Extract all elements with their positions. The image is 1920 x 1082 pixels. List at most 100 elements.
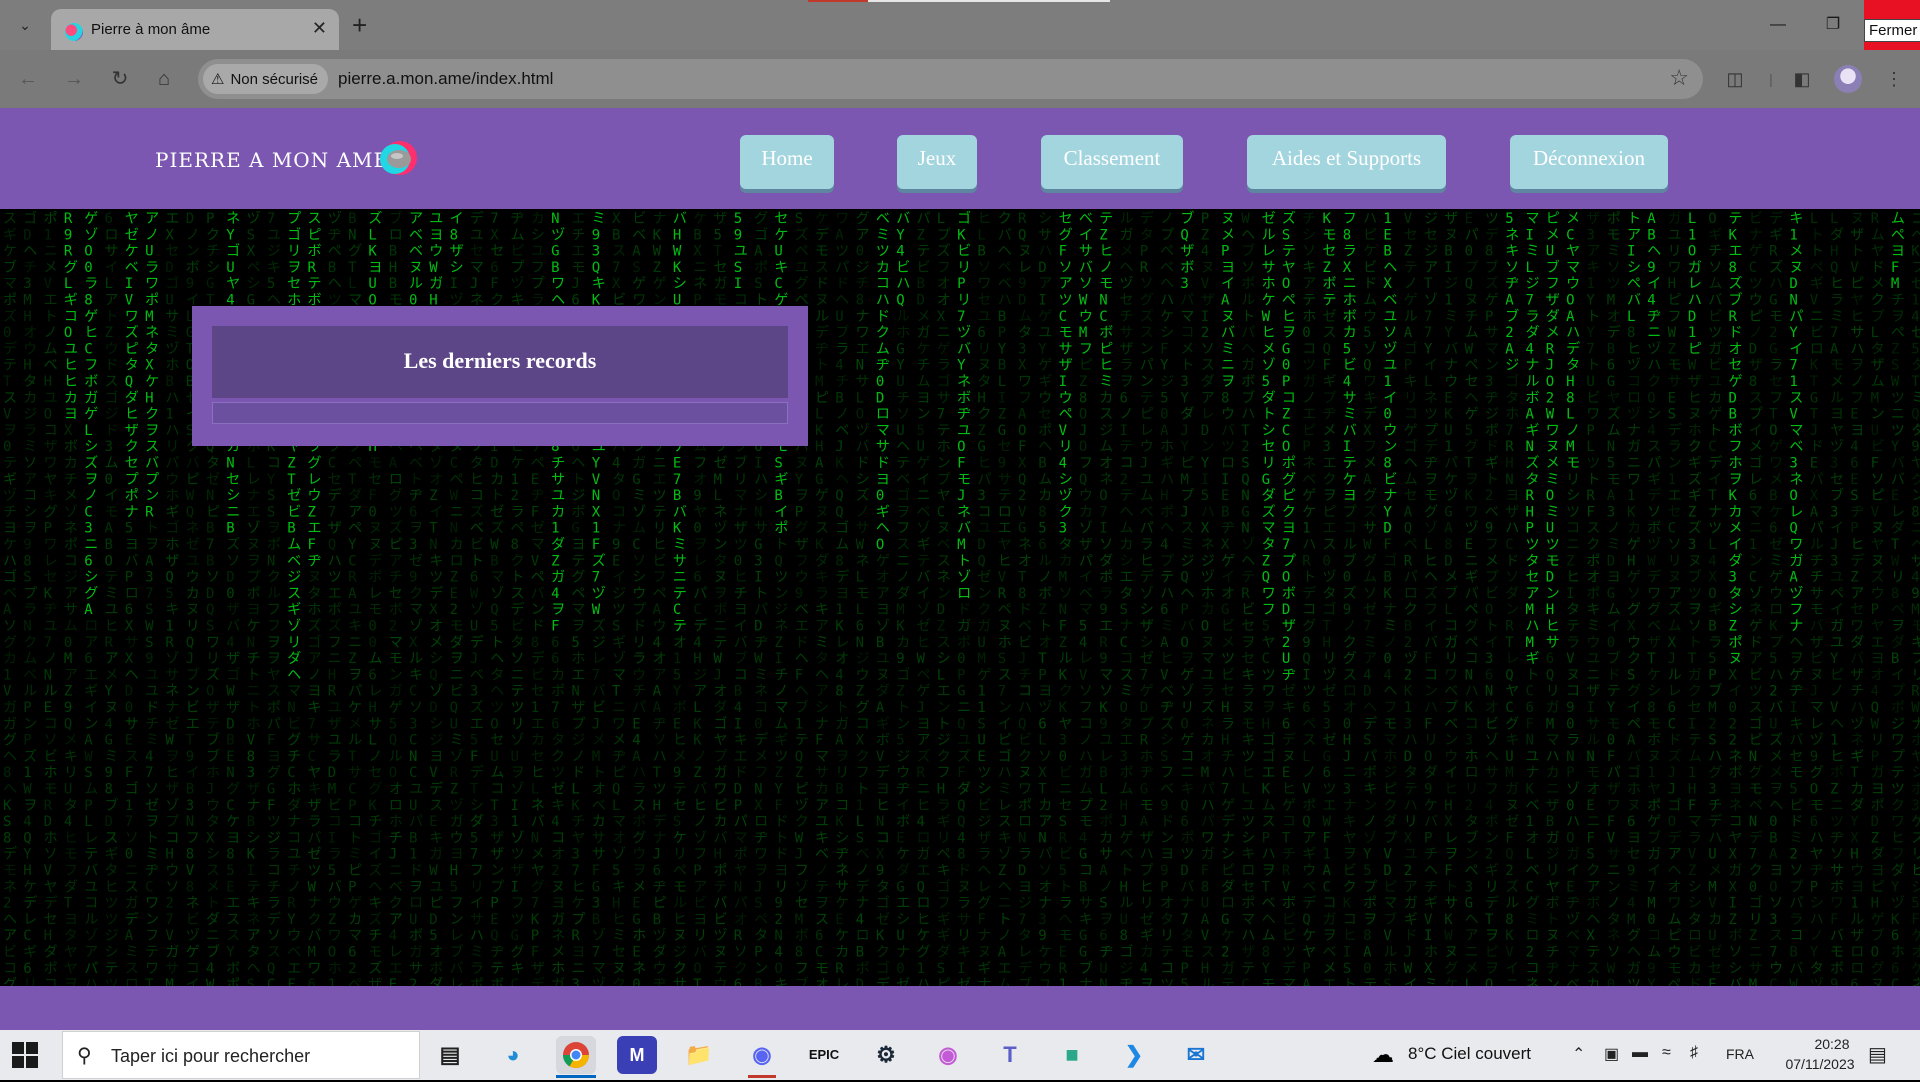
matrix-glyph: ガ xyxy=(1079,765,1093,781)
matrix-glyph: X xyxy=(592,504,601,520)
matrix-glyph: マ xyxy=(1383,896,1397,912)
matrix-glyph: ツ xyxy=(1323,782,1337,798)
matrix-glyph: V xyxy=(1201,928,1210,944)
matrix-glyph: ヌ xyxy=(815,293,829,309)
matrix-glyph: Q xyxy=(1079,472,1087,488)
matrix-glyph: ヲ xyxy=(1769,782,1783,798)
matrix-glyph: ト xyxy=(1627,211,1641,227)
clock-date[interactable]: 07/11/2023 xyxy=(1768,1056,1872,1072)
steam-icon[interactable]: ⚙ xyxy=(866,1036,906,1074)
site-logo-text[interactable]: PIERRE A MON AME xyxy=(155,148,389,172)
matrix-glyph: バ xyxy=(450,961,464,977)
matrix-glyph: ザ xyxy=(328,716,342,732)
matrix-glyph: E xyxy=(612,553,620,569)
file-explorer-icon[interactable]: 📁 xyxy=(679,1036,719,1074)
taskbar-search-box[interactable]: ⚲ Taper ici pour rechercher xyxy=(62,1031,420,1079)
wifi-icon[interactable]: ≈ xyxy=(1662,1044,1671,1062)
chevron-up-icon[interactable]: ⌃ xyxy=(1572,1044,1585,1064)
vscode-icon[interactable]: ❯ xyxy=(1114,1036,1154,1074)
minimize-button[interactable]: — xyxy=(1748,0,1808,50)
matrix-glyph: ヌ xyxy=(795,456,809,472)
matrix-glyph: ギ xyxy=(937,928,951,944)
matrix-glyph: ナ xyxy=(1180,896,1194,912)
game-app-icon[interactable]: ■ xyxy=(1052,1036,1092,1074)
matrix-glyph: ヂ xyxy=(1160,700,1174,716)
puzzle-icon[interactable]: ◫ xyxy=(1719,63,1751,95)
input-language[interactable]: FRA xyxy=(1726,1046,1754,1062)
matrix-glyph: 4 xyxy=(1526,341,1534,357)
matrix-glyph: 5 xyxy=(1201,488,1209,504)
matrix-glyph: セ xyxy=(1688,700,1702,716)
matrix-glyph: 8 xyxy=(1343,227,1351,243)
matrix-glyph: E xyxy=(673,716,681,732)
matrix-glyph: P xyxy=(957,276,965,292)
chrome-icon[interactable] xyxy=(556,1036,596,1078)
matrix-glyph: P xyxy=(206,211,214,227)
teams-icon[interactable]: T xyxy=(990,1036,1030,1074)
matrix-glyph: ゴ xyxy=(876,960,890,977)
windows-start-icon[interactable] xyxy=(12,1042,38,1068)
matrix-glyph: ガ xyxy=(1546,830,1560,846)
kebab-menu-icon[interactable]: ⋮ xyxy=(1878,63,1910,95)
star-icon[interactable]: ☆ xyxy=(1669,65,1689,91)
matrix-glyph: コ xyxy=(64,309,78,325)
edge-icon[interactable]: ◕ xyxy=(493,1036,533,1074)
matrix-glyph: ゴ xyxy=(937,373,951,390)
matrix-glyph: ピ xyxy=(1383,782,1397,798)
matrix-glyph: ス xyxy=(145,439,159,455)
url-text[interactable]: pierre.a.mon.ame/index.html xyxy=(338,69,553,89)
nav-aides-supports-button[interactable]: Aides et Supports xyxy=(1247,135,1446,189)
matrix-glyph: 4 xyxy=(551,814,559,830)
matrix-glyph: ア xyxy=(1668,586,1682,602)
task-view-icon[interactable]: ▤ xyxy=(430,1036,470,1074)
clock-time[interactable]: 20:28 xyxy=(1792,1036,1872,1052)
epic-games-icon[interactable]: EPIC xyxy=(804,1036,844,1074)
matrix-glyph: ヲ xyxy=(23,521,37,537)
address-bar[interactable]: ⚠ Non sécurisé pierre.a.mon.ame/index.ht… xyxy=(198,59,1703,99)
mail-icon[interactable]: ✉ xyxy=(1176,1036,1216,1074)
matrix-glyph: Y xyxy=(287,912,296,928)
matrix-glyph: 1 xyxy=(1647,765,1655,781)
nav-jeux-button[interactable]: Jeux xyxy=(897,135,977,189)
matrix-glyph: C xyxy=(348,782,356,798)
forward-button[interactable]: → xyxy=(58,63,90,95)
discord-icon[interactable]: ◉ xyxy=(742,1036,782,1078)
camera-icon[interactable]: ▣ xyxy=(1604,1044,1619,1064)
matrix-glyph: コ xyxy=(64,553,78,569)
nav-deconnexion-button[interactable]: Déconnexion xyxy=(1510,135,1668,189)
matrix-glyph: ベ xyxy=(1323,945,1337,961)
nav-classement-button[interactable]: Classement xyxy=(1041,135,1183,189)
matrix-glyph: ブ xyxy=(1018,976,1032,986)
photo-app-icon[interactable]: ◉ xyxy=(928,1036,968,1074)
reload-button[interactable]: ↻ xyxy=(104,63,136,95)
side-panel-icon[interactable]: ◧ xyxy=(1786,63,1818,95)
matrix-glyph: ズ xyxy=(3,309,17,325)
new-tab-button[interactable]: + xyxy=(352,10,367,40)
matrix-glyph: ト xyxy=(1688,635,1702,651)
matrix-glyph: リ xyxy=(1444,651,1458,667)
matrix-glyph: マ xyxy=(1688,814,1702,830)
matrix-glyph: L xyxy=(1444,602,1452,618)
back-button[interactable]: ← xyxy=(12,63,44,95)
speaker-muted-icon[interactable]: ♯ xyxy=(1690,1044,1698,1062)
app-icon[interactable]: M xyxy=(617,1036,657,1074)
matrix-glyph: ヤ xyxy=(1830,423,1844,439)
matrix-glyph: マ xyxy=(1546,733,1560,749)
profile-avatar[interactable] xyxy=(1834,65,1862,93)
matrix-glyph: ヅ xyxy=(592,977,606,986)
matrix-glyph: P xyxy=(1038,667,1046,683)
matrix-glyph: P xyxy=(1180,961,1188,977)
nav-home-button[interactable]: Home xyxy=(740,135,834,189)
security-chip[interactable]: ⚠ Non sécurisé xyxy=(203,64,328,94)
matrix-glyph: ツ xyxy=(1708,521,1722,537)
maximize-button[interactable]: ❐ xyxy=(1803,0,1863,50)
battery-icon[interactable]: ▬ xyxy=(1632,1044,1648,1062)
browser-tab[interactable]: Pierre à mon âme ✕ xyxy=(51,9,339,50)
tab-close-icon[interactable]: ✕ xyxy=(312,18,327,39)
tab-list-button[interactable]: ⌄ xyxy=(12,12,38,38)
weather-cloud-icon[interactable]: ☁ xyxy=(1372,1042,1394,1068)
matrix-glyph: ル xyxy=(44,684,58,700)
notification-icon[interactable]: ▤ xyxy=(1868,1042,1887,1067)
weather-text[interactable]: 8°C Ciel couvert xyxy=(1408,1044,1531,1064)
home-button[interactable]: ⌂ xyxy=(148,63,180,95)
